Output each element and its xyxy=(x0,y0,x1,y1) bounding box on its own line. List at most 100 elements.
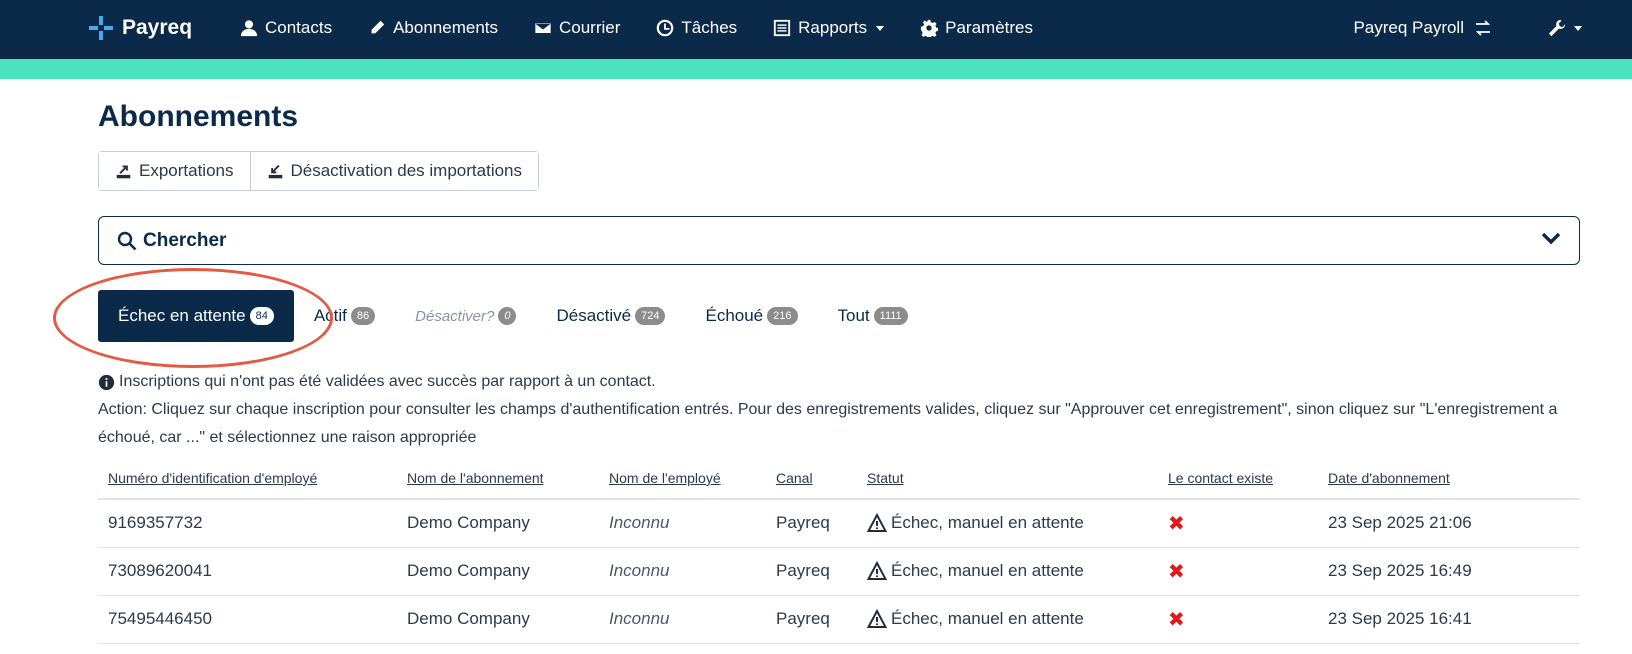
warning-icon xyxy=(867,609,887,628)
subscriptions-table: Numéro d'identification d'employé Nom de… xyxy=(98,464,1580,644)
clock-icon xyxy=(657,19,674,37)
cell-subscription-date: 23 Sep 2025 21:06 xyxy=(1318,499,1580,548)
nav-courrier-label: Courrier xyxy=(559,18,621,37)
col-employee-name[interactable]: Nom de l'employé xyxy=(599,464,766,500)
nav-contacts-label: Contacts xyxy=(265,18,333,37)
cell-channel: Payreq xyxy=(766,595,857,644)
info-icon xyxy=(98,374,115,390)
status-text: Échec, manuel en attente xyxy=(891,513,1084,533)
cell-status: Échec, manuel en attente xyxy=(857,499,1158,548)
col-subscription-name[interactable]: Nom de l'abonnement xyxy=(397,464,599,500)
red-x-icon: ✖ xyxy=(1168,560,1185,583)
nav-abonnements-label: Abonnements xyxy=(393,18,498,37)
tab-actif[interactable]: Actif 86 xyxy=(294,290,395,342)
cell-employee-id: 75495446450 xyxy=(98,595,397,644)
chevron-down-icon xyxy=(876,25,885,31)
import-disable-label: Désactivation des importations xyxy=(290,161,523,180)
payreq-logo-icon xyxy=(89,16,113,40)
nav-parametres[interactable]: Paramètres xyxy=(920,18,1033,38)
cell-subscription-date: 23 Sep 2025 16:49 xyxy=(1318,547,1580,596)
search-icon xyxy=(117,231,137,250)
warning-icon xyxy=(867,513,887,533)
table-header-row: Numéro d'identification d'employé Nom de… xyxy=(98,464,1580,500)
cell-employee-name: Inconnu xyxy=(599,499,766,548)
cell-employee-id: 9169357732 xyxy=(98,499,397,548)
table-row[interactable]: 73089620041 Demo Company Inconnu Payreq … xyxy=(98,547,1580,596)
tab-desactive[interactable]: Désactivé 724 xyxy=(536,290,685,342)
cell-subscription-name: Demo Company xyxy=(397,595,599,644)
search-panel-toggle[interactable]: Chercher xyxy=(98,216,1580,265)
cell-contact-exists: ✖ xyxy=(1158,547,1318,596)
tab-echoue[interactable]: Échoué 216 xyxy=(685,290,817,342)
red-x-icon: ✖ xyxy=(1168,512,1185,535)
tab-label: Actif xyxy=(313,306,347,325)
nav-taches[interactable]: Tâches xyxy=(656,18,737,38)
report-icon xyxy=(774,19,791,37)
export-icon xyxy=(116,164,131,178)
tab-echec-en-attente[interactable]: Échec en attente 84 xyxy=(98,290,294,342)
warning-icon xyxy=(867,561,887,580)
chevron-down-icon xyxy=(1541,232,1561,245)
red-x-icon: ✖ xyxy=(1168,608,1185,631)
cell-status: Échec, manuel en attente xyxy=(857,547,1158,596)
nav-contacts[interactable]: Contacts xyxy=(240,18,332,38)
col-employee-id[interactable]: Numéro d'identification d'employé xyxy=(98,464,397,500)
tab-label: Désactiver? xyxy=(415,307,495,325)
status-text: Échec, manuel en attente xyxy=(891,609,1084,628)
exports-button[interactable]: Exportations xyxy=(99,152,250,190)
nav-rapports-label: Rapports xyxy=(798,18,868,37)
action-button-group: Exportations Désactivation des importati… xyxy=(98,151,540,191)
gear-icon xyxy=(921,19,939,37)
cell-contact-exists: ✖ xyxy=(1158,595,1318,644)
brand-name: Payreq xyxy=(122,16,193,39)
count-badge: 724 xyxy=(635,307,666,325)
user-icon xyxy=(240,20,258,37)
tab-label: Échec en attente xyxy=(118,306,246,325)
import-disable-button[interactable]: Désactivation des importations xyxy=(249,152,539,190)
table-row[interactable]: 75495446450 Demo Company Inconnu Payreq … xyxy=(98,595,1580,644)
swap-arrows-icon xyxy=(1475,20,1491,36)
tab-label: Tout xyxy=(837,306,870,325)
tab-label: Échoué xyxy=(705,306,764,325)
col-status: Statut xyxy=(857,464,1158,500)
col-contact-exists[interactable]: Le contact existe xyxy=(1158,464,1318,500)
cell-employee-name: Inconnu xyxy=(599,595,766,644)
cell-subscription-date: 23 Sep 2025 16:41 xyxy=(1318,595,1580,644)
top-navbar: Payreq Contacts Abonnements Courrier Tâc… xyxy=(0,0,1632,59)
tools-menu[interactable] xyxy=(1548,19,1582,37)
cell-status: Échec, manuel en attente xyxy=(857,595,1158,644)
status-tabs: Échec en attente 84 Actif 86 Désactiver?… xyxy=(98,290,928,342)
tab-desactiver[interactable]: Désactiver? 0 xyxy=(395,290,536,342)
cell-employee-name: Inconnu xyxy=(599,547,766,596)
cell-channel: Payreq xyxy=(766,499,857,548)
cell-channel: Payreq xyxy=(766,547,857,596)
nav-abonnements[interactable]: Abonnements xyxy=(368,18,498,38)
count-badge: 1111 xyxy=(873,307,908,325)
nav-taches-label: Tâches xyxy=(681,18,738,37)
chevron-down-icon xyxy=(1574,25,1582,31)
accent-strip xyxy=(0,59,1632,79)
cell-contact-exists: ✖ xyxy=(1158,499,1318,548)
envelope-icon xyxy=(534,22,552,34)
table-row[interactable]: 9169357732 Demo Company Inconnu Payreq É… xyxy=(98,499,1580,548)
exports-label: Exportations xyxy=(139,161,234,180)
tab-label: Désactivé xyxy=(556,306,632,325)
cell-subscription-name: Demo Company xyxy=(397,499,599,548)
action-instructions: Action: Cliquez sur chaque inscription p… xyxy=(98,401,1558,446)
col-channel[interactable]: Canal xyxy=(766,464,857,500)
nav-rapports[interactable]: Rapports xyxy=(773,18,885,38)
count-badge: 84 xyxy=(249,307,274,325)
nav-courrier[interactable]: Courrier xyxy=(534,18,620,38)
org-switcher[interactable]: Payreq Payroll xyxy=(1353,18,1492,38)
count-badge: 0 xyxy=(498,307,517,325)
search-label: Chercher xyxy=(143,229,227,251)
cell-subscription-name: Demo Company xyxy=(397,547,599,596)
cell-employee-id: 73089620041 xyxy=(98,547,397,596)
col-subscription-date[interactable]: Date d'abonnement xyxy=(1318,464,1580,500)
page-title: Abonnements xyxy=(98,100,299,133)
brand-logo[interactable]: Payreq xyxy=(88,15,192,41)
info-text: Inscriptions qui n'ont pas été validées … xyxy=(119,373,656,390)
count-badge: 216 xyxy=(767,307,798,325)
nav-parametres-label: Paramètres xyxy=(945,18,1034,37)
tab-tout[interactable]: Tout 1111 xyxy=(818,290,928,342)
